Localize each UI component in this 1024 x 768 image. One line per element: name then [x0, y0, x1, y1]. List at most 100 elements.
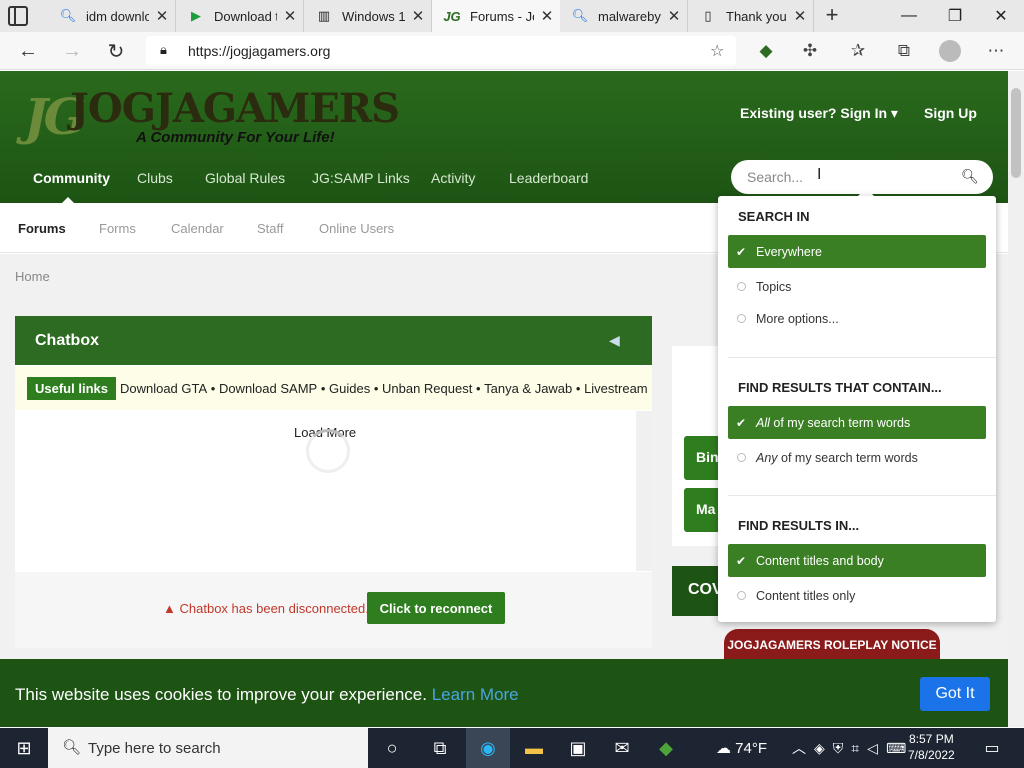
nav-clubs[interactable]: Clubs — [137, 170, 173, 186]
close-tab-icon[interactable]: ✕ — [277, 7, 303, 25]
browser-tab-bar: 🔍︎ idm downlo ✕ ▶ Download t ✕ ▥ Windows… — [0, 0, 1024, 32]
cortana-icon[interactable]: ○ — [370, 728, 414, 768]
volume-icon: ◁ — [867, 740, 886, 756]
page-scrollbar-thumb[interactable] — [1011, 88, 1021, 178]
idm-icon[interactable]: ◆ — [644, 728, 688, 768]
sign-up-link[interactable]: Sign Up — [924, 105, 977, 121]
mail-icon[interactable]: ✉ — [600, 728, 644, 768]
extension-icon[interactable]: ◆ — [746, 32, 786, 70]
close-tab-icon[interactable]: ✕ — [534, 7, 560, 25]
link-unban-request[interactable]: Unban Request — [382, 381, 472, 396]
option-label: Topics — [756, 279, 792, 294]
taskbar-search-placeholder: Type here to search — [88, 739, 221, 757]
search-in-heading: SEARCH IN — [738, 209, 810, 224]
browser-tab-1[interactable]: 🔍︎ idm downlo ✕ — [48, 0, 176, 32]
link-download-samp[interactable]: Download SAMP — [219, 381, 317, 396]
refresh-icon[interactable]: ↻ — [98, 32, 134, 70]
sign-in-label: Existing user? Sign In — [740, 105, 888, 121]
windows-start-icon[interactable]: ⊞ — [2, 728, 46, 768]
play-icon: ▶ — [191, 8, 201, 23]
close-tab-icon[interactable]: ✕ — [661, 7, 687, 25]
url-field[interactable]: 🔒︎ https://jogjagamers.org ☆ — [146, 36, 736, 66]
nav-leaderboard[interactable]: Leaderboard — [509, 170, 588, 186]
add-favorite-icon[interactable]: ☆ — [710, 41, 724, 61]
subnav-forums[interactable]: Forums — [18, 221, 66, 236]
subnav-forms[interactable]: Forms — [99, 221, 136, 236]
option-emphasis: Any — [756, 450, 778, 465]
option-everywhere[interactable]: ✔ Everywhere — [728, 235, 986, 268]
cookie-message: This website uses cookies to improve you… — [15, 685, 519, 705]
store-icon[interactable]: ▣ — [556, 728, 600, 768]
option-titles-only[interactable]: Content titles only — [728, 579, 986, 612]
notifications-icon[interactable]: ▭ — [970, 728, 1014, 768]
system-tray[interactable]: ︿◈⛨⌗◁⌨ — [792, 738, 914, 758]
disconnected-message: ▲ Chatbox has been disconnected. — [163, 601, 369, 616]
option-topics[interactable]: Topics — [728, 270, 986, 303]
chat-messages-area[interactable]: Load More — [15, 411, 636, 566]
sign-in-link[interactable]: Existing user? Sign In ▾ — [740, 105, 898, 122]
taskbar-search-input[interactable]: 🔍︎ Type here to search — [48, 728, 368, 768]
restore-icon[interactable]: ❐ — [932, 0, 978, 32]
taskbar-clock[interactable]: 8:57 PM 7/8/2022 — [908, 731, 955, 763]
learn-more-link[interactable]: Learn More — [432, 685, 519, 704]
close-window-icon[interactable]: ✕ — [978, 0, 1024, 32]
close-tab-icon[interactable]: ✕ — [149, 7, 175, 25]
favorites-icon[interactable]: ✰ — [838, 32, 878, 70]
lock-icon: 🔒︎ — [160, 42, 167, 57]
close-tab-icon[interactable]: ✕ — [787, 7, 813, 25]
link-download-gta[interactable]: Download GTA — [120, 381, 207, 396]
search-icon: 🔍︎ — [59, 8, 77, 23]
option-all-words[interactable]: ✔ All of my search term words — [728, 406, 986, 439]
task-view-icon[interactable]: ⧉ — [418, 728, 462, 768]
roleplay-notice-badge[interactable]: JOGJAGAMERS ROLEPLAY NOTICE — [724, 629, 940, 660]
new-tab-icon[interactable]: + — [818, 2, 846, 30]
subnav-online-users[interactable]: Online Users — [319, 221, 394, 236]
browser-tab-4-active[interactable]: JG Forums - Jo ✕ — [432, 0, 560, 32]
weather-widget[interactable]: ☁ 74°F — [716, 739, 767, 757]
page-icon: ▯ — [704, 8, 712, 23]
profile-avatar-icon[interactable] — [930, 32, 970, 70]
browser-tab-6[interactable]: ▯ Thank you ✕ — [688, 0, 814, 32]
chat-scrollbar[interactable] — [636, 411, 652, 571]
reconnect-button[interactable]: Click to reconnect — [367, 592, 505, 624]
tab-actions-icon[interactable] — [8, 6, 28, 26]
option-any-words[interactable]: Any of my search term words — [728, 441, 986, 474]
option-titles-and-body[interactable]: ✔ Content titles and body — [728, 544, 986, 577]
breadcrumb[interactable]: Home — [15, 269, 50, 284]
link-livestream[interactable]: Livestream — [584, 381, 648, 396]
browser-tab-3[interactable]: ▥ Windows 10 ✕ — [304, 0, 432, 32]
close-tab-icon[interactable]: ✕ — [405, 7, 431, 25]
subnav-staff[interactable]: Staff — [257, 221, 284, 236]
puzzle-icon[interactable]: ✣ — [790, 32, 830, 70]
chevron-up-icon: ︿ — [792, 740, 814, 756]
nav-community[interactable]: Community — [33, 170, 110, 186]
back-arrow-icon[interactable]: ← — [10, 32, 46, 70]
network-icon: ⌗ — [851, 740, 868, 756]
nav-jgsamp-links[interactable]: JG:SAMP Links — [312, 170, 410, 186]
logo-name[interactable]: JOGJAGAMERS — [70, 85, 400, 132]
more-menu-icon[interactable]: ⋯ — [976, 32, 1016, 70]
tab-title: Windows 10 — [342, 8, 405, 24]
address-bar-row: ← → ↻ 🔒︎ https://jogjagamers.org ☆ ◆ ✣ ✰… — [0, 32, 1024, 70]
got-it-button[interactable]: Got It — [920, 677, 990, 711]
cookie-banner: This website uses cookies to improve you… — [0, 659, 1008, 727]
minimize-icon[interactable]: — — [886, 0, 932, 32]
disconnected-text: Chatbox has been disconnected. — [179, 601, 369, 616]
file-explorer-icon[interactable]: ▬ — [512, 728, 556, 768]
nav-activity[interactable]: Activity — [431, 170, 475, 186]
link-guides[interactable]: Guides — [329, 381, 370, 396]
tab-title: malwareby — [598, 8, 661, 24]
browser-tab-2[interactable]: ▶ Download t ✕ — [176, 0, 304, 32]
sound-icon[interactable]: ◀ — [609, 332, 620, 349]
clock-date: 7/8/2022 — [908, 748, 955, 762]
link-tanya-jawab[interactable]: Tanya & Jawab — [484, 381, 572, 396]
forward-arrow-icon[interactable]: → — [54, 32, 90, 70]
site-header: JG JOGJAGAMERS A Community For Your Life… — [0, 71, 1008, 203]
browser-tab-5[interactable]: 🔍︎ malwareby ✕ — [560, 0, 688, 32]
option-more-options[interactable]: More options... — [728, 302, 986, 335]
collections-icon[interactable]: ⧉ — [884, 32, 924, 70]
nav-global-rules[interactable]: Global Rules — [205, 170, 285, 186]
edge-icon[interactable]: ◉ — [466, 728, 510, 768]
subnav-calendar[interactable]: Calendar — [171, 221, 224, 236]
search-icon[interactable]: 🔍︎ — [961, 168, 979, 185]
